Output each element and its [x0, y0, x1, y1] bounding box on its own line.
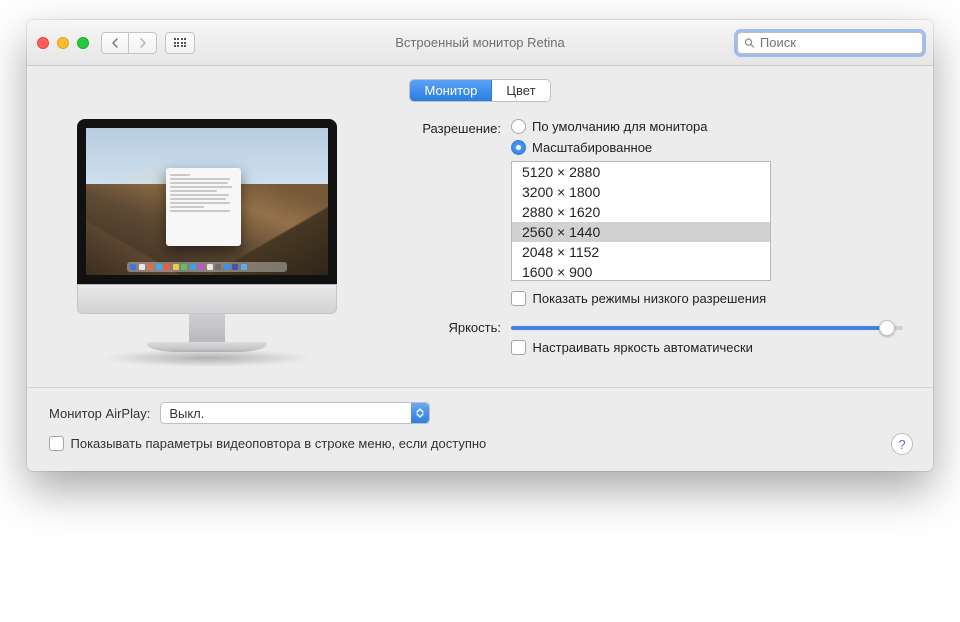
auto-brightness-checkbox[interactable]: Настраивать яркость автоматически [511, 340, 903, 355]
resolution-list[interactable]: 5120 × 2880 3200 × 1800 2880 × 1620 2560… [511, 161, 771, 281]
display-preview [57, 119, 357, 367]
back-button[interactable] [101, 32, 129, 54]
settings-form: Разрешение: По умолчанию для монитора Ма… [391, 119, 903, 367]
tab-bar: Монитор Цвет [27, 66, 933, 119]
imac-stand-neck [189, 314, 225, 342]
resolution-radios: По умолчанию для монитора Масштабированн… [511, 119, 903, 155]
resolution-radio-default[interactable]: По умолчанию для монитора [511, 119, 903, 134]
mirroring-checkbox[interactable]: Показывать параметры видеоповтора в стро… [49, 436, 911, 451]
content-area: Разрешение: По умолчанию для монитора Ма… [27, 119, 933, 387]
help-button[interactable]: ? [891, 433, 913, 455]
close-icon[interactable] [37, 37, 49, 49]
radio-label: Масштабированное [532, 140, 652, 155]
radio-label: По умолчанию для монитора [532, 119, 707, 134]
preferences-window: Встроенный монитор Retina Монитор Цвет [27, 20, 933, 471]
checkbox-icon [511, 340, 526, 355]
grid-icon [174, 38, 187, 47]
radio-icon [511, 140, 526, 155]
airplay-value: Выкл. [169, 406, 204, 421]
resolution-option[interactable]: 1600 × 900 [512, 262, 770, 281]
checkbox-label: Показывать параметры видеоповтора в стро… [71, 436, 487, 451]
help-icon: ? [898, 437, 905, 452]
resolution-label: Разрешение: [391, 119, 511, 306]
resolution-option[interactable]: 2880 × 1620 [512, 202, 770, 222]
airplay-select[interactable]: Выкл. [160, 402, 430, 424]
forward-button[interactable] [129, 32, 157, 54]
titlebar: Встроенный монитор Retina [27, 20, 933, 66]
checkbox-label: Настраивать яркость автоматически [533, 340, 753, 355]
zoom-icon[interactable] [77, 37, 89, 49]
show-low-res-checkbox[interactable]: Показать режимы низкого разрешения [511, 291, 903, 306]
checkbox-icon [49, 436, 64, 451]
chevron-left-icon [111, 38, 119, 48]
show-all-button[interactable] [165, 32, 195, 54]
tab-display[interactable]: Монитор [410, 80, 492, 101]
checkbox-icon [511, 291, 526, 306]
resolution-radio-scaled[interactable]: Масштабированное [511, 140, 903, 155]
imac-chin [77, 284, 337, 314]
minimize-icon[interactable] [57, 37, 69, 49]
imac-screen [77, 119, 337, 284]
search-icon [744, 37, 755, 49]
dock [127, 262, 287, 272]
slider-thumb[interactable] [879, 320, 895, 336]
select-stepper-icon [411, 403, 429, 423]
radio-icon [511, 119, 526, 134]
segmented-control: Монитор Цвет [410, 80, 549, 101]
resolution-option[interactable]: 5120 × 2880 [512, 162, 770, 182]
imac-shadow [102, 349, 312, 367]
preview-app-window [166, 168, 241, 246]
window-controls [37, 37, 89, 49]
resolution-option[interactable]: 2048 × 1152 [512, 242, 770, 262]
airplay-row: Монитор AirPlay: Выкл. [49, 402, 911, 424]
resolution-option-selected[interactable]: 2560 × 1440 [512, 222, 770, 242]
bottom-panel: Монитор AirPlay: Выкл. Показывать параме… [27, 387, 933, 471]
airplay-label: Монитор AirPlay: [49, 406, 150, 421]
tab-color[interactable]: Цвет [492, 80, 549, 101]
nav-buttons [101, 32, 157, 54]
brightness-label: Яркость: [391, 318, 511, 355]
resolution-option[interactable]: 3200 × 1800 [512, 182, 770, 202]
search-input[interactable] [760, 35, 916, 50]
checkbox-label: Показать режимы низкого разрешения [533, 291, 767, 306]
search-field[interactable] [737, 32, 923, 54]
chevron-right-icon [139, 38, 147, 48]
brightness-slider[interactable] [511, 326, 903, 330]
